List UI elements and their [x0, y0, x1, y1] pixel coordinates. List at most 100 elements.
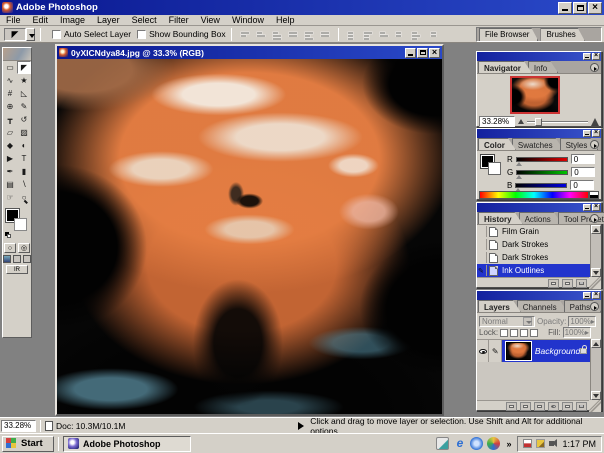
new-snapshot-button[interactable] — [562, 279, 573, 288]
palette-menu-button[interactable] — [590, 302, 599, 311]
tool-crop[interactable]: # — [3, 87, 17, 100]
delete-state-button[interactable] — [576, 279, 587, 288]
tray-icon-2[interactable] — [536, 439, 545, 448]
color-background-swatch[interactable] — [488, 162, 501, 175]
current-tool-button[interactable]: ◤ — [4, 28, 26, 41]
tab-channels[interactable]: Channels — [517, 300, 568, 312]
red-slider-thumb[interactable] — [516, 162, 522, 166]
history-scrollbar[interactable] — [590, 225, 601, 277]
fullscreen-mode-button[interactable] — [23, 255, 31, 263]
palette-collapse-button[interactable] — [583, 204, 591, 211]
navigator-palette-titlebar[interactable] — [477, 52, 601, 61]
layers-scrollbar[interactable] — [590, 339, 601, 400]
lock-transparency-checkbox[interactable] — [500, 329, 508, 337]
blend-mode-dropdown[interactable]: Normal — [479, 316, 535, 327]
tool-eyedropper[interactable]: ∖ — [17, 178, 31, 191]
palette-menu-button[interactable] — [590, 63, 599, 72]
zoom-out-icon[interactable] — [518, 119, 524, 124]
palette-collapse-button[interactable] — [583, 130, 591, 137]
history-source-well[interactable] — [477, 252, 487, 263]
lock-image-checkbox[interactable] — [510, 329, 518, 337]
history-state-dark-strokes-2[interactable]: Dark Strokes — [477, 251, 590, 264]
new-document-from-state-button[interactable] — [548, 279, 559, 288]
quick-launch-icon-3[interactable] — [470, 437, 483, 450]
internet-explorer-icon[interactable]: e — [453, 437, 466, 450]
tool-type[interactable]: T — [17, 152, 31, 165]
menu-select[interactable]: Select — [126, 15, 163, 25]
color-ramp[interactable] — [479, 191, 589, 199]
volume-icon[interactable] — [549, 441, 554, 446]
color-ramp-bw-end[interactable] — [589, 191, 599, 199]
menu-filter[interactable]: Filter — [163, 15, 195, 25]
red-value-field[interactable]: 0 — [571, 154, 595, 164]
history-palette-titlebar[interactable] — [477, 203, 601, 212]
navigator-zoom-field[interactable]: 33.28% — [479, 116, 515, 127]
tab-history[interactable]: History — [478, 212, 523, 224]
menu-help[interactable]: Help — [270, 15, 301, 25]
scroll-down-button[interactable] — [591, 268, 601, 277]
start-button[interactable]: Start — [2, 436, 54, 452]
toolbox-banner[interactable] — [3, 48, 31, 61]
tab-swatches[interactable]: Swatches — [512, 138, 564, 150]
palette-collapse-button[interactable] — [583, 292, 591, 299]
layer-style-button[interactable] — [506, 402, 517, 411]
tool-brush[interactable]: ✎ — [17, 100, 31, 113]
tool-dodge[interactable]: ◐ — [17, 139, 31, 152]
standard-mode-button[interactable]: ○ — [4, 243, 16, 253]
tool-gradient[interactable]: ▨ — [17, 126, 31, 139]
zoom-slider-thumb[interactable] — [535, 118, 542, 126]
green-slider-thumb[interactable] — [516, 175, 522, 179]
palette-menu-button[interactable] — [590, 214, 599, 223]
green-slider[interactable] — [516, 170, 568, 175]
red-slider[interactable] — [516, 157, 568, 162]
tool-preset-dropdown[interactable] — [26, 28, 35, 41]
tool-blur[interactable]: ◆ — [3, 139, 17, 152]
brushes-tab[interactable]: Brushes — [540, 28, 584, 41]
tab-color[interactable]: Color — [478, 138, 516, 150]
fullscreen-menubar-mode-button[interactable] — [13, 255, 21, 263]
fill-field[interactable]: 100%▸ — [563, 327, 591, 338]
image-canvas[interactable] — [57, 59, 442, 414]
navigator-thumbnail[interactable] — [510, 76, 560, 114]
show-desktop-icon[interactable] — [436, 437, 449, 450]
status-menu-arrow-icon[interactable] — [298, 422, 304, 430]
quick-launch-icon-4[interactable] — [487, 437, 500, 450]
lock-position-checkbox[interactable] — [520, 329, 528, 337]
opacity-field[interactable]: 100%▸ — [568, 316, 596, 327]
scroll-up-button[interactable] — [591, 225, 601, 234]
menu-view[interactable]: View — [195, 15, 226, 25]
tool-history-brush[interactable]: ↺ — [17, 113, 31, 126]
layer-visibility-toggle[interactable] — [477, 340, 489, 362]
blue-value-field[interactable]: 0 — [570, 180, 594, 190]
tool-rectangular-marquee[interactable]: ▭ — [3, 61, 17, 74]
tab-info[interactable]: Info — [528, 61, 558, 73]
tool-notes[interactable]: ▤ — [3, 178, 17, 191]
default-colors-icon[interactable] — [5, 232, 12, 239]
file-browser-tab[interactable]: File Browser — [479, 28, 538, 41]
adjustment-layer-button[interactable] — [548, 402, 559, 411]
overflow-chevron-icon[interactable]: » — [506, 439, 511, 449]
document-minimize-button[interactable] — [405, 48, 416, 58]
task-button-photoshop[interactable]: Adobe Photoshop — [63, 436, 191, 452]
palette-collapse-button[interactable] — [583, 53, 591, 60]
tab-actions[interactable]: Actions — [519, 212, 562, 224]
new-layer-set-button[interactable] — [534, 402, 545, 411]
palette-close-button[interactable] — [592, 53, 600, 60]
menu-layer[interactable]: Layer — [91, 15, 126, 25]
green-value-field[interactable]: 0 — [571, 167, 595, 177]
add-layer-mask-button[interactable] — [520, 402, 531, 411]
history-state-film-grain[interactable]: Film Grain — [477, 225, 590, 238]
zoom-in-icon[interactable] — [591, 118, 599, 126]
background-color-swatch[interactable] — [14, 218, 27, 231]
menu-edit[interactable]: Edit — [27, 15, 55, 25]
maximize-button[interactable] — [573, 2, 587, 14]
tool-lasso[interactable]: ∿ — [3, 74, 17, 87]
palette-menu-button[interactable] — [590, 140, 599, 149]
close-button[interactable]: × — [588, 2, 602, 14]
palette-close-button[interactable] — [592, 204, 600, 211]
tool-magic-wand[interactable]: ★ — [17, 74, 31, 87]
auto-select-layer-checkbox[interactable] — [52, 30, 61, 39]
layer-name[interactable]: Background — [535, 346, 580, 356]
history-source-well[interactable]: ✎ — [477, 265, 487, 276]
palette-resize-grip[interactable] — [589, 277, 601, 289]
